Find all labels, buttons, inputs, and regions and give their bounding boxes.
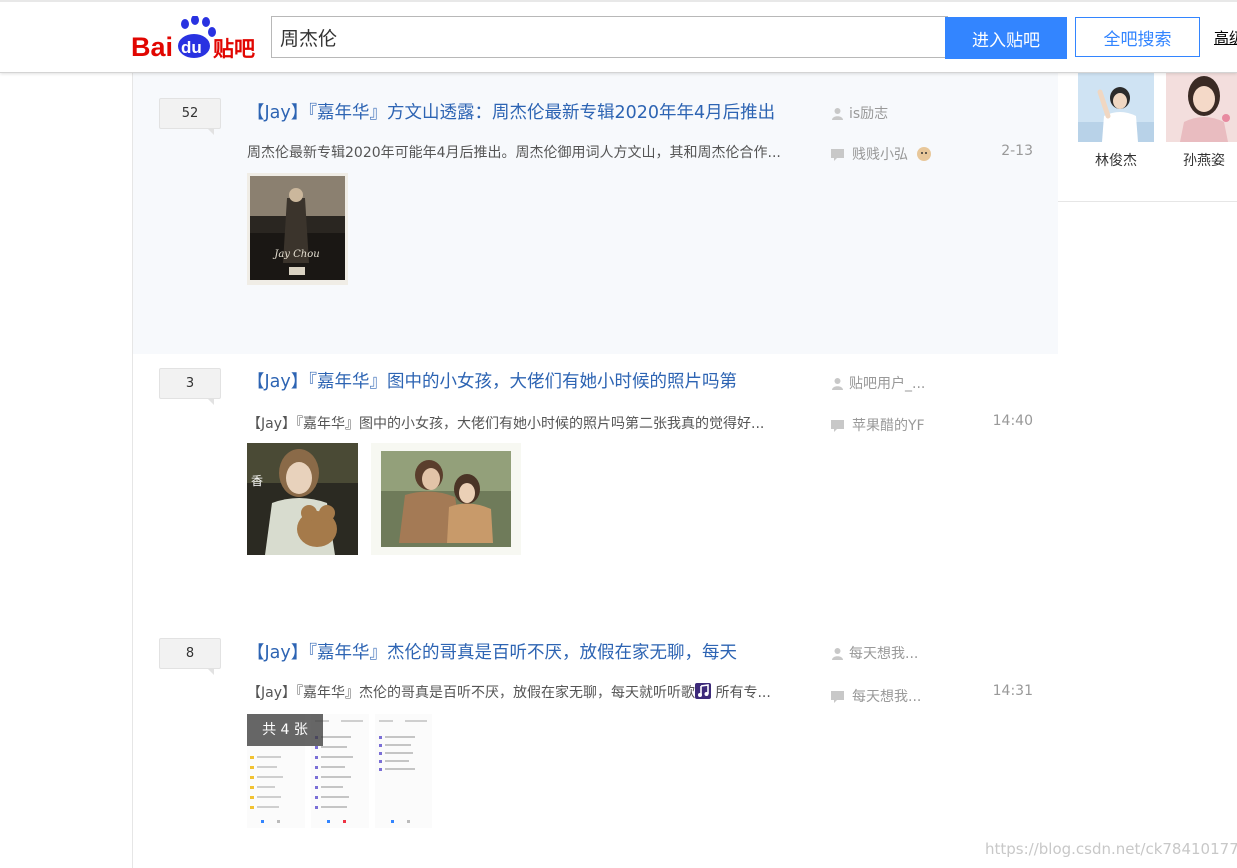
reply-count-badge: 8 bbox=[159, 638, 221, 675]
last-reply-time: 14:40 bbox=[992, 413, 1033, 429]
thread-title-link[interactable]: 【Jay】『嘉年华』方文山透露：周杰伦最新专辑2020年年4月后推出 bbox=[247, 99, 775, 124]
thread-title-link[interactable]: 【Jay】『嘉年华』杰伦的哥真是百听不厌，放假在家无聊，每天 bbox=[247, 639, 737, 664]
related-person-card[interactable]: 林俊杰 bbox=[1078, 72, 1154, 170]
thread-list: 52 【Jay】『嘉年华』方文山透露：周杰伦最新专辑2020年年4月后推出 is… bbox=[132, 72, 1059, 868]
thread-abstract: 【Jay】『嘉年华』杰伦的哥真是百听不厌，放假在家无聊，每天就听听歌 所有专..… bbox=[247, 682, 817, 702]
abstract-tail-text: 所有专... bbox=[715, 685, 771, 701]
advanced-search-link[interactable]: 高级 bbox=[1214, 27, 1237, 48]
thread-author[interactable]: 每天想我... bbox=[831, 643, 918, 663]
thread-item[interactable]: 8 【Jay】『嘉年华』杰伦的哥真是百听不厌，放假在家无聊，每天 每天想我...… bbox=[133, 625, 1058, 868]
last-reply-time: 14:31 bbox=[992, 683, 1033, 699]
thread-item[interactable]: 3 【Jay】『嘉年华』图中的小女孩，大佬们有她小时候的照片吗第 贴吧用户_..… bbox=[133, 354, 1058, 626]
top-header: Bai du 贴吧 进入贴吧 全吧搜索 高级 bbox=[0, 0, 1237, 73]
comment-icon bbox=[831, 419, 844, 432]
search-input[interactable] bbox=[271, 16, 948, 58]
svg-text:du: du bbox=[181, 38, 202, 57]
thread-author[interactable]: is励志 bbox=[831, 103, 888, 123]
thread-image-album-cover[interactable]: Jay Chou bbox=[247, 173, 348, 285]
top-border-line bbox=[0, 0, 1237, 2]
comment-icon bbox=[831, 148, 844, 161]
reply-count-badge: 52 bbox=[159, 98, 221, 135]
last-replier-name: 贱贱小弘 bbox=[852, 147, 908, 163]
last-replier-name: 每天想我... bbox=[852, 689, 922, 705]
abstract-text: 【Jay】『嘉年华』杰伦的哥真是百听不厌，放假在家无聊，每天就听听歌 bbox=[247, 685, 695, 701]
thread-image-couple-photo[interactable] bbox=[371, 443, 521, 555]
person-name[interactable]: 林俊杰 bbox=[1078, 150, 1154, 170]
thread-abstract: 【Jay】『嘉年华』图中的小女孩，大佬们有她小时候的照片吗第二张我真的觉得好..… bbox=[247, 416, 765, 432]
thread-author[interactable]: 贴吧用户_... bbox=[831, 373, 925, 393]
person-name[interactable]: 孙燕姿 bbox=[1166, 150, 1237, 170]
reply-count-badge: 3 bbox=[159, 368, 221, 405]
author-name: 贴吧用户_... bbox=[849, 376, 926, 392]
author-name: is励志 bbox=[849, 106, 889, 122]
thread-image-gallery[interactable]: 共 4 张 bbox=[247, 714, 432, 828]
user-icon bbox=[832, 377, 843, 390]
last-replier[interactable]: 苹果醋的YF bbox=[831, 415, 925, 435]
person-photo[interactable] bbox=[1078, 72, 1154, 142]
thread-image-girl-with-teddy-bear[interactable]: 香 bbox=[247, 443, 358, 555]
thread-abstract: 周杰伦最新专辑2020年可能年4月后推出。周杰伦御用词人方文山，其和周杰伦合作.… bbox=[247, 145, 781, 161]
last-replier[interactable]: 贱贱小弘 bbox=[831, 144, 931, 164]
svg-text:Jay Chou: Jay Chou bbox=[272, 249, 319, 260]
search-all-tieba-button[interactable]: 全吧搜索 bbox=[1075, 17, 1200, 57]
user-icon bbox=[832, 647, 843, 660]
thread-item[interactable]: 52 【Jay】『嘉年华』方文山透露：周杰伦最新专辑2020年年4月后推出 is… bbox=[133, 72, 1058, 355]
svg-text:Bai: Bai bbox=[131, 32, 173, 60]
svg-text:贴吧: 贴吧 bbox=[213, 37, 255, 60]
last-replier[interactable]: 每天想我... bbox=[831, 686, 921, 706]
last-replier-name: 苹果醋的YF bbox=[852, 418, 925, 434]
image-count-badge: 共 4 张 bbox=[247, 714, 323, 746]
music-note-icon bbox=[695, 683, 711, 699]
related-person-card[interactable]: 孙燕姿 bbox=[1166, 72, 1237, 170]
enter-tieba-button[interactable]: 进入贴吧 bbox=[945, 17, 1067, 59]
baidu-tieba-logo[interactable]: Bai du 贴吧 bbox=[131, 16, 261, 60]
sidebar-divider bbox=[1058, 201, 1237, 202]
thread-title-link[interactable]: 【Jay】『嘉年华』图中的小女孩，大佬们有她小时候的照片吗第 bbox=[247, 368, 737, 393]
csdn-watermark: https://blog.csdn.net/ck784101777 bbox=[985, 840, 1237, 858]
user-icon bbox=[832, 107, 843, 120]
comment-icon bbox=[831, 690, 844, 703]
related-people-sidebar: 林俊杰 孙燕姿 bbox=[1058, 72, 1237, 868]
person-photo[interactable] bbox=[1166, 72, 1237, 142]
last-reply-time: 2-13 bbox=[1001, 143, 1033, 159]
author-name: 每天想我... bbox=[849, 646, 919, 662]
svg-text:香: 香 bbox=[251, 474, 263, 488]
dog-emoji-icon bbox=[917, 147, 931, 161]
